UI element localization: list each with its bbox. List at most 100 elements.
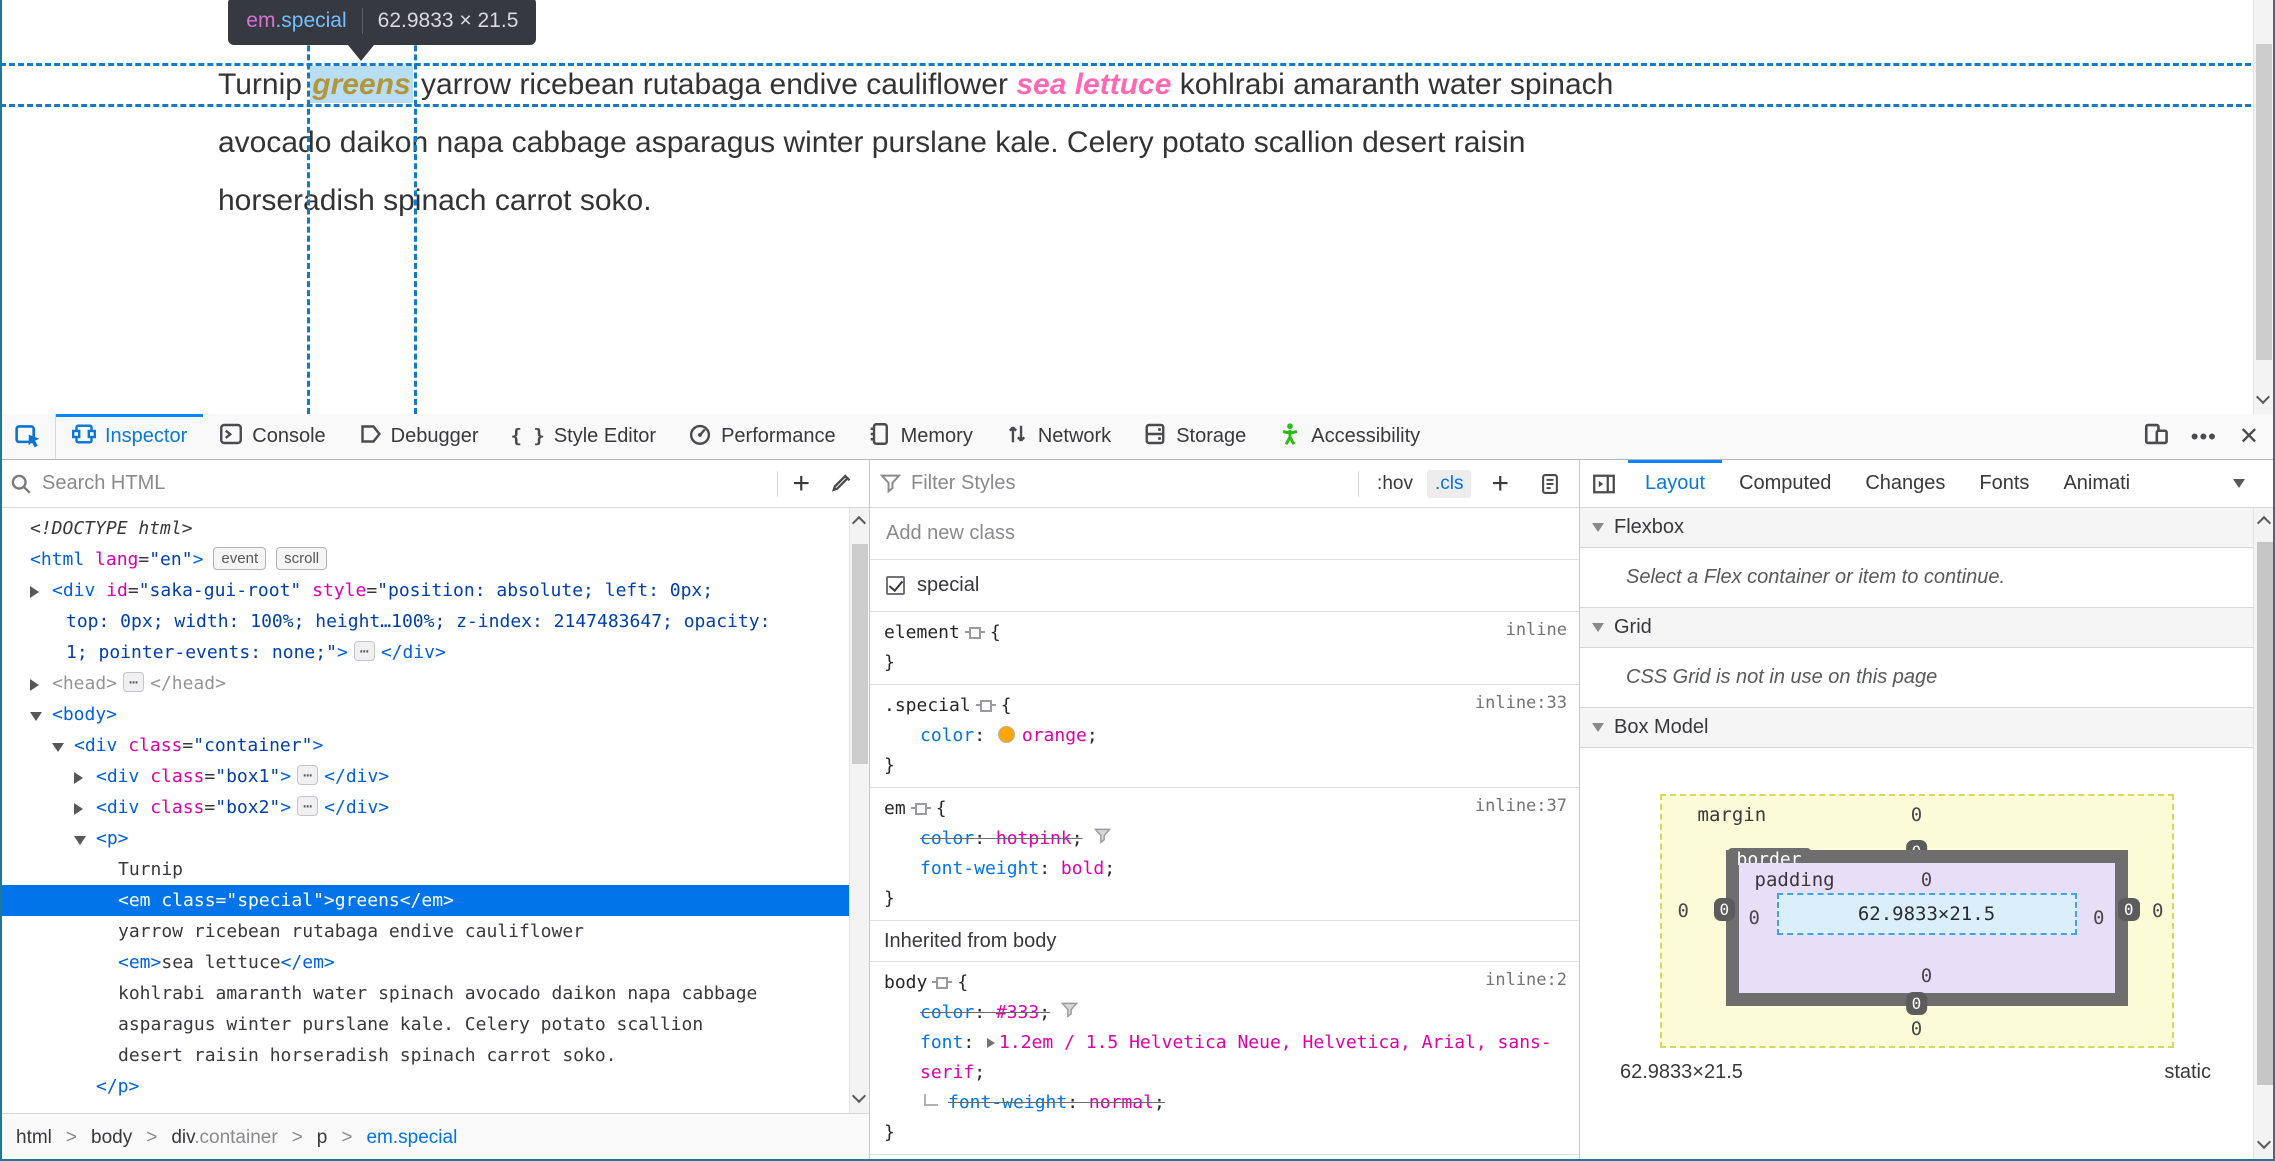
- all-tabs-menu-button[interactable]: [2233, 460, 2275, 507]
- selector-highlighter-icon[interactable]: [932, 977, 953, 989]
- markup-node[interactable]: <html lang="en"> event scroll: [0, 544, 869, 575]
- tab-accessibility[interactable]: Accessibility: [1262, 414, 1436, 459]
- css-declaration[interactable]: font-weight: normal;: [884, 1088, 1565, 1118]
- sidebar-tab-layout[interactable]: Layout: [1628, 460, 1723, 507]
- markup-node[interactable]: 1; pointer-events: none;"> ⋯ </div>: [0, 637, 869, 668]
- expand-arrow-icon[interactable]: [30, 586, 39, 598]
- property-value[interactable]: orange: [1022, 725, 1087, 746]
- border-left-value[interactable]: 0: [1713, 898, 1736, 921]
- tab-network[interactable]: Network: [989, 414, 1127, 459]
- node-badge[interactable]: scroll: [276, 547, 328, 570]
- tab-inspector[interactable]: Inspector: [56, 414, 204, 459]
- selector-highlighter-icon[interactable]: [910, 803, 931, 815]
- filter-styles-input[interactable]: [911, 472, 1355, 495]
- node-picker-button[interactable]: [0, 414, 56, 459]
- tab-styleeditor[interactable]: { } Style Editor: [495, 414, 673, 459]
- expand-sidebar-button[interactable]: [1580, 460, 1628, 507]
- boxmodel-padding-box[interactable]: padding 0 62.9833×21.5 0 0 0: [1738, 863, 2115, 993]
- breadcrumb-item[interactable]: html: [16, 1127, 52, 1149]
- breadcrumb-item[interactable]: p: [317, 1127, 328, 1149]
- markup-node-selected[interactable]: <em class="special">greens</em>: [0, 885, 869, 916]
- layout-scrollbar-thumb[interactable]: [2257, 542, 2273, 1085]
- inline-ellipsis-button[interactable]: ⋯: [297, 796, 319, 816]
- markup-node[interactable]: Turnip: [0, 854, 869, 885]
- node-badge[interactable]: event: [213, 547, 267, 570]
- page-scrollbar[interactable]: [2253, 0, 2273, 414]
- sidebar-tab-computed[interactable]: Computed: [1722, 460, 1848, 507]
- css-declaration[interactable]: font-weight: bold;: [884, 854, 1565, 884]
- rule-source-link[interactable]: inline:37: [1475, 796, 1567, 816]
- css-declaration[interactable]: color: #333;: [884, 998, 1565, 1028]
- padding-left-value[interactable]: 0: [1749, 907, 1760, 929]
- inline-ellipsis-button[interactable]: ⋯: [353, 641, 375, 661]
- markup-node[interactable]: <div class="box2"> ⋯ </div>: [0, 792, 869, 823]
- property-name[interactable]: color: [920, 828, 974, 849]
- rule-source-link[interactable]: inline:2: [1485, 970, 1567, 990]
- padding-bottom-value[interactable]: 0: [1739, 965, 2115, 987]
- markup-node[interactable]: <!DOCTYPE html>: [0, 513, 869, 544]
- search-html-input[interactable]: [42, 472, 774, 495]
- property-value[interactable]: normal: [1089, 1092, 1154, 1113]
- rule-selector[interactable]: em: [884, 798, 906, 819]
- property-name[interactable]: font-weight: [920, 858, 1039, 879]
- flexbox-section-header[interactable]: Flexbox: [1580, 508, 2275, 548]
- breadcrumb-item[interactable]: div.container: [171, 1127, 277, 1149]
- scroll-up-icon[interactable]: [851, 515, 867, 531]
- padding-right-value[interactable]: 0: [2093, 907, 2104, 929]
- rule-selector[interactable]: .special: [884, 695, 971, 716]
- rule-source-link[interactable]: inline: [1506, 620, 1567, 640]
- tab-debugger[interactable]: Debugger: [342, 414, 495, 459]
- boxmodel-content-box[interactable]: 62.9833×21.5: [1776, 893, 2077, 935]
- tab-storage[interactable]: Storage: [1127, 414, 1262, 459]
- expand-arrow-icon[interactable]: [74, 803, 83, 815]
- color-swatch[interactable]: [997, 726, 1015, 743]
- sidebar-tab-animati[interactable]: Animati: [2046, 460, 2147, 507]
- tab-memory[interactable]: Memory: [852, 414, 989, 459]
- inline-ellipsis-button[interactable]: ⋯: [123, 672, 145, 692]
- class-panel-button[interactable]: .cls: [1426, 469, 1472, 498]
- markup-node[interactable]: <p>: [0, 823, 869, 854]
- inline-ellipsis-button[interactable]: ⋯: [297, 765, 319, 785]
- margin-left-value[interactable]: 0: [1678, 900, 1689, 922]
- devtools-close-button[interactable]: ✕: [2239, 422, 2259, 451]
- add-new-class-input[interactable]: [886, 522, 1563, 545]
- margin-bottom-value[interactable]: 0: [1662, 1018, 2172, 1040]
- rule-selector[interactable]: element: [884, 622, 960, 643]
- breadcrumb-item[interactable]: em.special: [366, 1127, 457, 1149]
- markup-node[interactable]: </p>: [0, 1071, 869, 1102]
- property-name[interactable]: font: [920, 1032, 963, 1053]
- scroll-up-icon[interactable]: [2256, 515, 2272, 531]
- rule-selector[interactable]: body: [884, 972, 927, 993]
- markup-node[interactable]: desert raisin horseradish spinach carrot…: [0, 1040, 869, 1071]
- boxmodel-border-box[interactable]: border padding 0 62.9833×21.5 0 0 0: [1725, 848, 2128, 1006]
- eyedropper-button[interactable]: [820, 472, 869, 495]
- markup-node[interactable]: yarrow ricebean rutabaga endive cauliflo…: [0, 916, 869, 947]
- expand-arrow-icon[interactable]: [30, 679, 39, 691]
- markup-node[interactable]: kohlrabi amaranth water spinach avocado …: [0, 978, 869, 1009]
- sidebar-tab-changes[interactable]: Changes: [1848, 460, 1962, 507]
- property-value[interactable]: bold: [1061, 858, 1104, 879]
- markup-scrollbar-thumb[interactable]: [852, 544, 868, 764]
- css-declaration[interactable]: color: hotpink;: [884, 824, 1565, 854]
- border-right-value[interactable]: 0: [2117, 898, 2140, 921]
- tab-console[interactable]: Console: [203, 414, 341, 459]
- boxmodel-margin-box[interactable]: margin 0 0 border padding 0 62.9833×21.5…: [1659, 794, 2174, 1048]
- css-declaration[interactable]: color: orange;: [884, 721, 1565, 751]
- property-value[interactable]: 1.2em / 1.5 Helvetica Neue, Helvetica, A…: [920, 1032, 1552, 1083]
- property-value[interactable]: #333: [996, 1002, 1039, 1023]
- margin-right-value[interactable]: 0: [2152, 900, 2163, 922]
- print-simulation-button[interactable]: [1529, 473, 1571, 495]
- property-value[interactable]: hotpink: [996, 828, 1072, 849]
- class-checkbox[interactable]: [886, 576, 905, 595]
- border-bottom-value[interactable]: 0: [1905, 992, 1928, 1015]
- create-node-button[interactable]: +: [782, 468, 820, 499]
- expand-arrow-icon[interactable]: [74, 772, 83, 784]
- markup-node[interactable]: <em>sea lettuce</em>: [0, 947, 869, 978]
- markup-node[interactable]: <head> ⋯ </head>: [0, 668, 869, 699]
- rule-source-link[interactable]: inline:33: [1475, 693, 1567, 713]
- collapse-arrow-icon[interactable]: [74, 836, 86, 845]
- padding-top-value[interactable]: 0: [1739, 869, 2115, 891]
- markup-node[interactable]: <div class="box1"> ⋯ </div>: [0, 761, 869, 792]
- boxmodel-section-header[interactable]: Box Model: [1580, 708, 2275, 748]
- scroll-down-icon[interactable]: [2256, 1134, 2272, 1150]
